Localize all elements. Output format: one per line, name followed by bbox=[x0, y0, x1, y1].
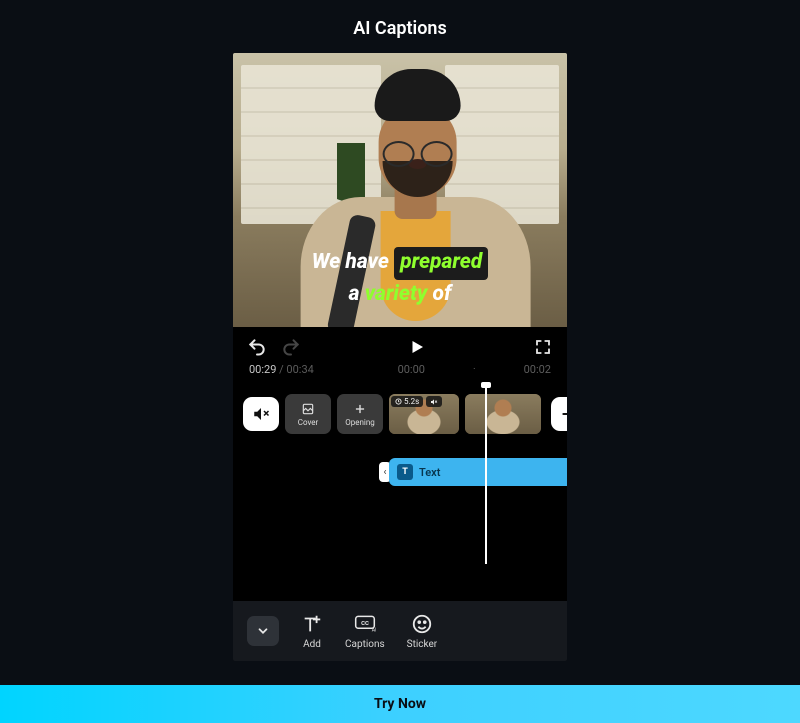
captions-icon: CCAI bbox=[354, 613, 376, 635]
caption-highlight: variety bbox=[365, 282, 428, 306]
svg-text:AI: AI bbox=[372, 627, 376, 633]
cover-button[interactable]: Cover bbox=[285, 394, 331, 434]
ruler-dot: · bbox=[473, 364, 476, 375]
add-text-icon bbox=[301, 613, 323, 635]
try-now-button[interactable]: Try Now bbox=[0, 685, 800, 723]
video-track: Cover Opening 5.2s bbox=[233, 392, 567, 436]
video-clip[interactable]: 5.2s bbox=[389, 394, 459, 434]
text-track: ‹ T Text bbox=[389, 458, 567, 486]
caption-overlay: We have prepared a variety of bbox=[233, 247, 567, 309]
opening-label: Opening bbox=[345, 418, 375, 427]
bottom-toolbar: Add CCAI Captions Sticker bbox=[233, 601, 567, 661]
play-button[interactable] bbox=[407, 337, 427, 357]
text-clip[interactable]: T Text bbox=[389, 458, 567, 486]
sticker-tool[interactable]: Sticker bbox=[407, 613, 438, 650]
caption-text: We have bbox=[312, 250, 394, 274]
clip-duration-badge: 5.2s bbox=[391, 396, 423, 407]
tool-label: Add bbox=[303, 639, 321, 650]
playhead[interactable] bbox=[485, 384, 487, 564]
add-tool[interactable]: Add bbox=[301, 613, 323, 650]
video-clip[interactable] bbox=[465, 394, 541, 434]
opening-button[interactable]: Opening bbox=[337, 394, 383, 434]
sticker-icon bbox=[411, 613, 433, 635]
caption-highlight: prepared bbox=[394, 247, 488, 279]
clip-mute-badge bbox=[426, 396, 442, 407]
collapse-button[interactable] bbox=[247, 616, 279, 646]
ruler-mark: 00:02 bbox=[524, 363, 551, 376]
playback-controls bbox=[233, 327, 567, 361]
ruler-mark: 00:00 bbox=[398, 363, 425, 376]
mute-button[interactable] bbox=[243, 397, 279, 431]
text-clip-label: Text bbox=[419, 466, 440, 479]
tool-label: Captions bbox=[345, 639, 385, 650]
add-clip-button[interactable] bbox=[551, 397, 567, 431]
svg-text:CC: CC bbox=[361, 620, 369, 626]
video-preview[interactable]: We have prepared a variety of bbox=[233, 53, 567, 327]
page-title: AI Captions bbox=[0, 0, 800, 53]
captions-tool[interactable]: CCAI Captions bbox=[345, 613, 385, 650]
text-icon: T bbox=[397, 464, 413, 480]
tool-label: Sticker bbox=[407, 639, 438, 650]
editor-phone-frame: We have prepared a variety of 00:29 / 00… bbox=[233, 53, 567, 661]
undo-button[interactable] bbox=[247, 337, 267, 357]
caption-text: a bbox=[349, 282, 365, 306]
caption-text: of bbox=[427, 282, 451, 306]
redo-button[interactable] bbox=[281, 337, 301, 357]
total-time: 00:34 bbox=[286, 363, 313, 376]
current-time: 00:29 bbox=[249, 363, 276, 376]
time-display: 00:29 / 00:34 00:00 · 00:02 bbox=[233, 361, 567, 384]
fullscreen-button[interactable] bbox=[533, 337, 553, 357]
timeline[interactable]: Cover Opening 5.2s bbox=[233, 384, 567, 570]
cover-label: Cover bbox=[298, 418, 319, 427]
